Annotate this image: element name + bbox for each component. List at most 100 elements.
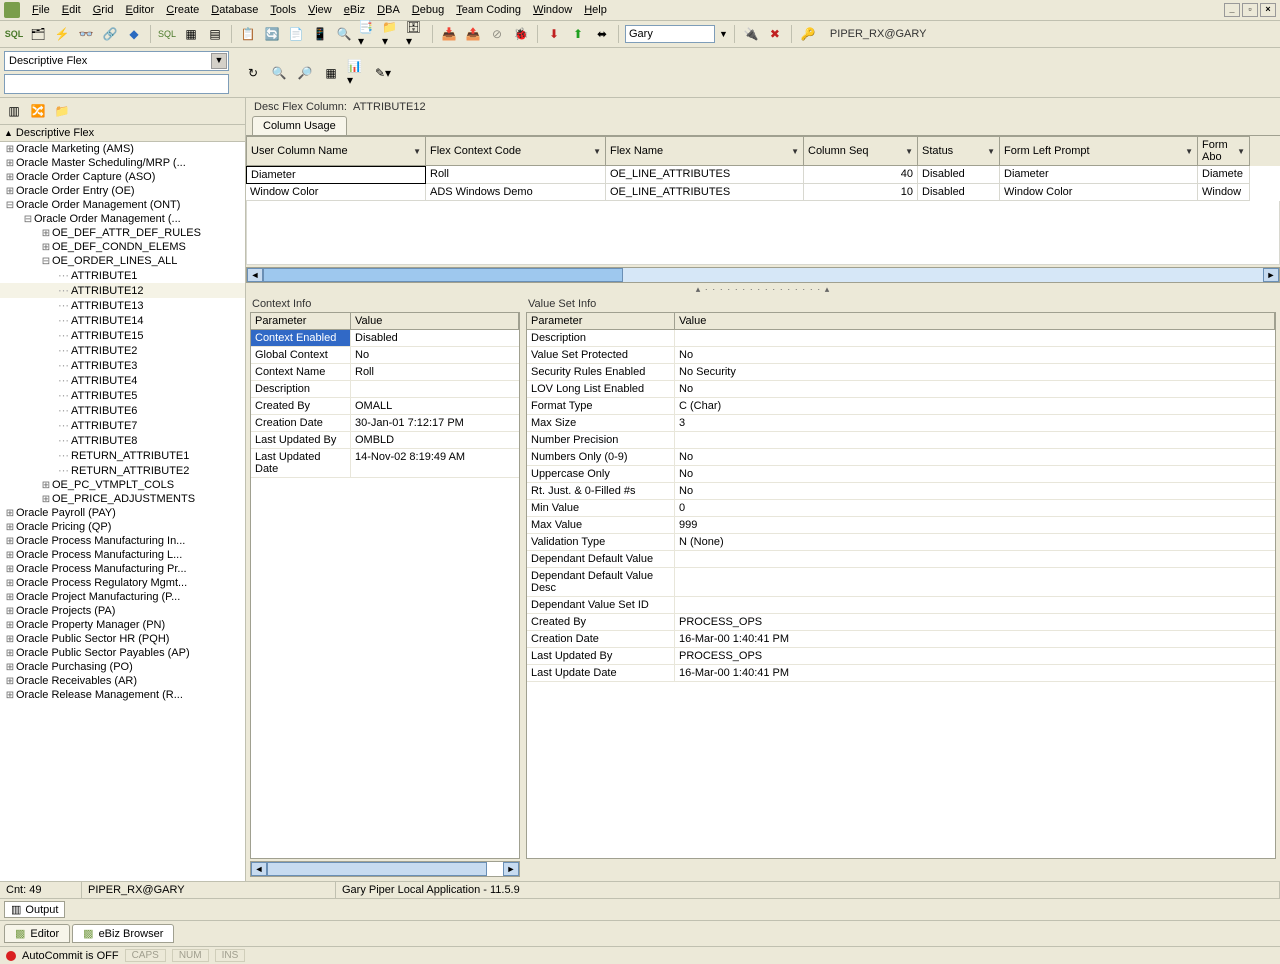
- info-row[interactable]: Min Value0: [527, 500, 1275, 517]
- tree-node[interactable]: ⊞OE_DEF_CONDN_ELEMS: [0, 240, 245, 254]
- grid-col-header[interactable]: Form Abo▼: [1198, 136, 1250, 166]
- tree-node[interactable]: ⊞Oracle Order Entry (OE): [0, 184, 245, 198]
- info-row[interactable]: LOV Long List EnabledNo: [527, 381, 1275, 398]
- menu-view[interactable]: View: [302, 2, 338, 18]
- splitter-handle[interactable]: ▴ · · · · · · · · · · · · · · · · ▴: [246, 283, 1280, 296]
- expand-icon[interactable]: ⊞: [4, 172, 16, 183]
- scroll-thumb[interactable]: [263, 268, 623, 282]
- tree-header[interactable]: ▲ Descriptive Flex: [0, 125, 245, 142]
- toolbar-icon[interactable]: 📑▾: [358, 24, 378, 44]
- grid-col-header[interactable]: Column Seq▼: [804, 136, 918, 166]
- toolbar-icon[interactable]: ◆: [124, 24, 144, 44]
- menu-tools[interactable]: Tools: [264, 2, 302, 18]
- tree-node[interactable]: ⊞Oracle Process Manufacturing In...: [0, 534, 245, 548]
- toolbar-icon[interactable]: 🔎: [295, 63, 315, 83]
- commit-icon[interactable]: ⬇: [544, 24, 564, 44]
- expand-icon[interactable]: ⊟: [4, 200, 16, 211]
- toolbar-icon[interactable]: 🔄: [262, 24, 282, 44]
- expand-icon[interactable]: ⊞: [4, 158, 16, 169]
- minimize-button[interactable]: _: [1224, 3, 1240, 17]
- grid-row[interactable]: DiameterRollOE_LINE_ATTRIBUTES40Disabled…: [246, 166, 1280, 184]
- info-row[interactable]: Context EnabledDisabled: [251, 330, 519, 347]
- grid-col-header[interactable]: Status▼: [918, 136, 1000, 166]
- expand-icon[interactable]: ⊞: [40, 494, 52, 505]
- tree-node[interactable]: ⊞Oracle Marketing (AMS): [0, 142, 245, 156]
- toolbar-icon[interactable]: ✎▾: [373, 63, 393, 83]
- tree-leaf[interactable]: ⋯ATTRIBUTE13: [0, 298, 245, 313]
- info-row[interactable]: Max Value999: [527, 517, 1275, 534]
- tree-leaf[interactable]: ⋯RETURN_ATTRIBUTE2: [0, 463, 245, 478]
- toolbar-icon[interactable]: 📱: [310, 24, 330, 44]
- toolbar-icon[interactable]: 📋: [238, 24, 258, 44]
- grid-col-header[interactable]: User Column Name▼: [246, 136, 426, 166]
- menu-ebiz[interactable]: eBiz: [338, 2, 371, 18]
- menu-team-coding[interactable]: Team Coding: [450, 2, 527, 18]
- expand-icon[interactable]: ⊞: [4, 508, 16, 519]
- tree-node[interactable]: ⊞Oracle Project Manufacturing (P...: [0, 590, 245, 604]
- toolbar-icon[interactable]: 👓: [76, 24, 96, 44]
- expand-icon[interactable]: ⊞: [4, 186, 16, 197]
- folder-icon[interactable]: 📁: [52, 101, 72, 121]
- tree-node[interactable]: ⊞Oracle Purchasing (PO): [0, 660, 245, 674]
- tree-node[interactable]: ⊞OE_PC_VTMPLT_COLS: [0, 478, 245, 492]
- expand-icon[interactable]: ⊟: [22, 214, 34, 225]
- info-row[interactable]: Dependant Value Set ID: [527, 597, 1275, 614]
- grid-col-header[interactable]: Form Left Prompt▼: [1000, 136, 1198, 166]
- close-button[interactable]: ×: [1260, 3, 1276, 17]
- toolbar-icon[interactable]: 📊▾: [347, 63, 367, 83]
- tree-node[interactable]: ⊞Oracle Payroll (PAY): [0, 506, 245, 520]
- info-row[interactable]: Uppercase OnlyNo: [527, 466, 1275, 483]
- chevron-down-icon[interactable]: ▼: [211, 53, 227, 69]
- output-tab[interactable]: ▥ Output: [4, 901, 65, 918]
- user-select[interactable]: [625, 25, 715, 43]
- tree-node[interactable]: ⊟Oracle Order Management (...: [0, 212, 245, 226]
- expand-icon[interactable]: ⊞: [4, 144, 16, 155]
- info-row[interactable]: Validation TypeN (None): [527, 534, 1275, 551]
- tree-node[interactable]: ⊞Oracle Process Regulatory Mgmt...: [0, 576, 245, 590]
- info-row[interactable]: Creation Date30-Jan-01 7:12:17 PM: [251, 415, 519, 432]
- tree-leaf[interactable]: ⋯ATTRIBUTE3: [0, 358, 245, 373]
- scroll-thumb[interactable]: [267, 862, 487, 876]
- rollback-icon[interactable]: ⬆: [568, 24, 588, 44]
- info-row[interactable]: Dependant Default Value Desc: [527, 568, 1275, 597]
- toolbar-icon[interactable]: ⬌: [592, 24, 612, 44]
- tab-column-usage[interactable]: Column Usage: [252, 116, 347, 135]
- toolbar-icon[interactable]: SQL: [157, 24, 177, 44]
- toolbar-icon[interactable]: 📥: [439, 24, 459, 44]
- menu-editor[interactable]: Editor: [120, 2, 161, 18]
- tree-leaf[interactable]: ⋯ATTRIBUTE14: [0, 313, 245, 328]
- scroll-right-icon[interactable]: ►: [1263, 268, 1279, 282]
- info-row[interactable]: Created ByPROCESS_OPS: [527, 614, 1275, 631]
- tree-node[interactable]: ⊞Oracle Public Sector Payables (AP): [0, 646, 245, 660]
- grid-col-header[interactable]: Flex Name▼: [606, 136, 804, 166]
- tree-node[interactable]: ⊞Oracle Receivables (AR): [0, 674, 245, 688]
- info-row[interactable]: Max Size3: [527, 415, 1275, 432]
- tree-node[interactable]: ⊞Oracle Order Capture (ASO): [0, 170, 245, 184]
- menu-help[interactable]: Help: [578, 2, 613, 18]
- tree-leaf[interactable]: ⋯ATTRIBUTE1: [0, 268, 245, 283]
- info-row[interactable]: Number Precision: [527, 432, 1275, 449]
- scroll-left-icon[interactable]: ◄: [251, 862, 267, 876]
- tree-node[interactable]: ⊞Oracle Process Manufacturing L...: [0, 548, 245, 562]
- info-row[interactable]: Last Updated Date14-Nov-02 8:19:49 AM: [251, 449, 519, 478]
- expand-icon[interactable]: ⊞: [4, 536, 16, 547]
- menu-dba[interactable]: DBA: [371, 2, 406, 18]
- info-row[interactable]: Last Updated ByOMBLD: [251, 432, 519, 449]
- info-row[interactable]: Value Set ProtectedNo: [527, 347, 1275, 364]
- expand-icon[interactable]: ⊞: [4, 592, 16, 603]
- toolbar-icon[interactable]: 🔗: [100, 24, 120, 44]
- menu-edit[interactable]: Edit: [56, 2, 87, 18]
- refresh-icon[interactable]: ↻: [243, 63, 263, 83]
- toolbar-icon[interactable]: 🔍: [334, 24, 354, 44]
- info-row[interactable]: Last Updated ByPROCESS_OPS: [527, 648, 1275, 665]
- expand-icon[interactable]: ⊞: [4, 648, 16, 659]
- info-row[interactable]: Numbers Only (0-9)No: [527, 449, 1275, 466]
- toolbar-icon[interactable]: 📄: [286, 24, 306, 44]
- tree-leaf[interactable]: ⋯ATTRIBUTE2: [0, 343, 245, 358]
- info-row[interactable]: Global ContextNo: [251, 347, 519, 364]
- toolbar-icon[interactable]: ⊘: [487, 24, 507, 44]
- col-value[interactable]: Value: [675, 313, 1275, 329]
- scroll-left-icon[interactable]: ◄: [247, 268, 263, 282]
- grid-hscroll[interactable]: ◄ ►: [246, 267, 1280, 283]
- toolbar-icon[interactable]: 🐞: [511, 24, 531, 44]
